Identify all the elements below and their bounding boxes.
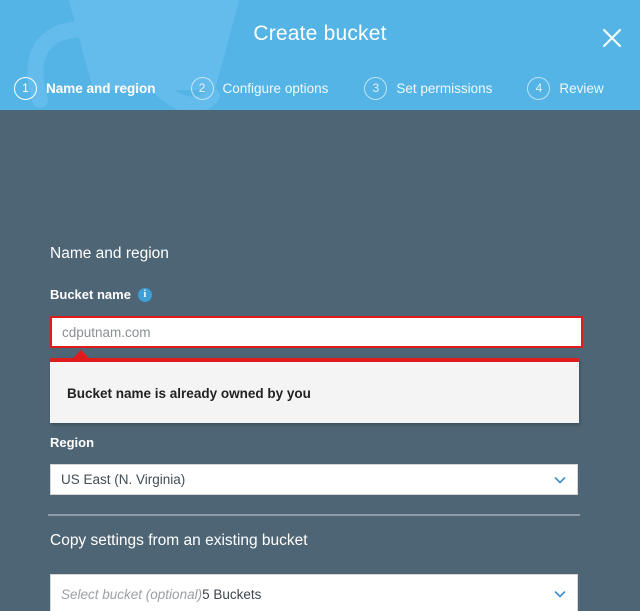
region-label: Region — [50, 435, 95, 450]
step-set-permissions[interactable]: 3 Set permissions — [364, 76, 493, 100]
step-label: Review — [559, 80, 604, 96]
info-icon[interactable]: i — [137, 287, 152, 302]
copy-settings-value: Select bucket (optional)5 Buckets — [61, 587, 553, 602]
step-indicator: 1 Name and region 2 Configure options 3 … — [0, 70, 640, 106]
step-configure-options[interactable]: 2 Configure options — [190, 76, 329, 100]
modal-header: Create bucket 1 Name and region 2 Config… — [0, 0, 640, 110]
close-icon[interactable] — [596, 22, 628, 54]
step-number: 1 — [14, 76, 37, 100]
step-number: 3 — [364, 76, 388, 100]
step-label: Set permissions — [396, 80, 493, 96]
step-label: Configure options — [222, 80, 329, 96]
step-name-and-region[interactable]: 1 Name and region — [14, 76, 156, 100]
step-label: Name and region — [46, 80, 156, 96]
page-title: Create bucket — [253, 22, 387, 45]
chevron-down-icon — [554, 591, 566, 598]
bucket-name-error: Bucket name is already owned by you — [50, 350, 579, 423]
step-number: 2 — [190, 76, 214, 100]
section-title: Name and region — [50, 245, 169, 262]
bucket-name-input[interactable] — [50, 316, 583, 348]
copy-settings-label: Copy settings from an existing bucket — [50, 532, 308, 549]
create-bucket-modal: Create bucket 1 Name and region 2 Config… — [0, 0, 640, 611]
error-arrow-icon — [72, 350, 90, 359]
modal-body: Name and region Bucket name i Bucket nam… — [0, 110, 640, 611]
copy-settings-count: 5 Buckets — [202, 586, 262, 602]
region-select[interactable]: US East (N. Virginia) — [50, 464, 578, 495]
error-message: Bucket name is already owned by you — [67, 386, 311, 401]
copy-settings-select[interactable]: Select bucket (optional)5 Buckets — [50, 574, 578, 611]
bucket-name-label: Bucket name — [50, 287, 131, 302]
step-number: 4 — [527, 76, 551, 100]
section-divider — [48, 514, 580, 516]
chevron-down-icon — [554, 476, 566, 483]
region-selected-value: US East (N. Virginia) — [61, 472, 186, 487]
step-review[interactable]: 4 Review — [527, 76, 604, 100]
bucket-name-label-row: Bucket name i — [50, 287, 152, 302]
copy-settings-placeholder: Select bucket (optional) — [61, 586, 203, 602]
